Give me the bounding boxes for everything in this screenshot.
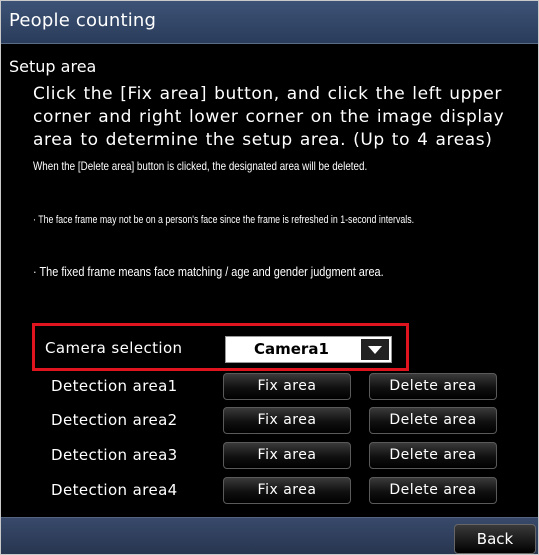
delete-area4-button[interactable]: Delete area	[369, 477, 497, 504]
fix-area3-button[interactable]: Fix area	[223, 442, 351, 469]
fix-area2-button[interactable]: Fix area	[223, 407, 351, 434]
delete-note: When the [Delete area] button is clicked…	[33, 159, 368, 173]
camera-select[interactable]: Camera1	[225, 336, 392, 363]
dialog-title: People counting	[9, 10, 157, 31]
title-bar: People counting	[1, 1, 538, 44]
setup-instruction: Click the [Fix area] button, and click t…	[33, 84, 505, 150]
dropdown-arrow-button[interactable]	[361, 339, 389, 360]
detection-area4-label: Detection area4	[51, 481, 178, 499]
delete-area2-button[interactable]: Delete area	[369, 407, 497, 434]
delete-area3-button[interactable]: Delete area	[369, 442, 497, 469]
fix-area4-button[interactable]: Fix area	[223, 477, 351, 504]
delete-area1-button[interactable]: Delete area	[369, 373, 497, 400]
triangle-down-icon	[368, 345, 382, 354]
people-counting-dialog: People counting Setup area Click the [Fi…	[0, 0, 539, 555]
camera-selection-label: Camera selection	[45, 339, 183, 357]
back-button[interactable]: Back	[454, 524, 536, 554]
detection-area2-label: Detection area2	[51, 411, 178, 429]
camera-select-value: Camera1	[254, 340, 329, 358]
face-frame-note: · The face frame may not be on a person'…	[33, 214, 415, 226]
setup-area-label: Setup area	[9, 57, 97, 76]
detection-area3-label: Detection area3	[51, 446, 178, 464]
detection-area1-label: Detection area1	[51, 377, 178, 395]
fixed-frame-note: · The fixed frame means face matching / …	[33, 264, 384, 279]
fix-area1-button[interactable]: Fix area	[223, 373, 351, 400]
